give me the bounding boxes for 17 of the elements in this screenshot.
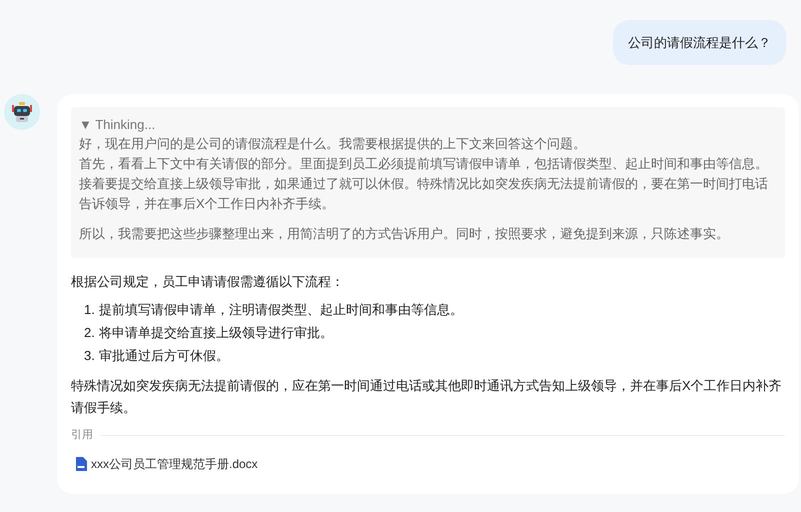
thinking-text: 好，现在用户问的是公司的请假流程是什么。我需要根据提供的上下文来回答这个问题。 bbox=[79, 135, 587, 153]
step-text: 将申请单提交给直接上级领导进行审批。 bbox=[98, 324, 333, 342]
answer-note: 特殊情况如突发疾病无法提前请假的，应在第一时间通过电话或其他即时通讯方式告知上级领导，并在事后X个工作日内补齐请假手续。 bbox=[71, 377, 783, 417]
step-number: 2. bbox=[84, 324, 95, 342]
step-text: 提前填写请假申请单，注明请假类型、起止时间和事由等信息。 bbox=[98, 301, 463, 319]
step-text: 审批通过后方可休假。 bbox=[98, 347, 229, 365]
thinking-text: 首先，看看上下文中有关请假的部分。里面提到员工必须提前填写请假申请单，包括请假类型、起止时间和事由等信息。 bbox=[79, 155, 769, 173]
document-icon bbox=[75, 456, 87, 470]
robot-avatar-icon bbox=[4, 94, 40, 130]
thinking-text: 接着要提交给直接上级领导审批，如果通过了就可以休假。特殊情况比如突发疾病无法提前请假的，要在第一时间打电话告诉领导，并在事后X个工作日内补齐手续。 bbox=[79, 175, 769, 213]
step-number: 3. bbox=[84, 347, 95, 365]
answer-intro: 根据公司规定，员工申请请假需遵循以下流程： bbox=[71, 273, 345, 291]
thinking-text: 所以，我需要把这些步骤整理出来，用简洁明了的方式告诉用户。同时，按照要求，避免提到来源，只陈述事实。 bbox=[79, 225, 730, 243]
step-number: 1. bbox=[84, 301, 95, 319]
thinking-toggle[interactable]: ▼ Thinking... bbox=[79, 116, 775, 134]
references-label: 引用 bbox=[71, 428, 93, 443]
user-message: 公司的请假流程是什么？ bbox=[613, 20, 786, 65]
